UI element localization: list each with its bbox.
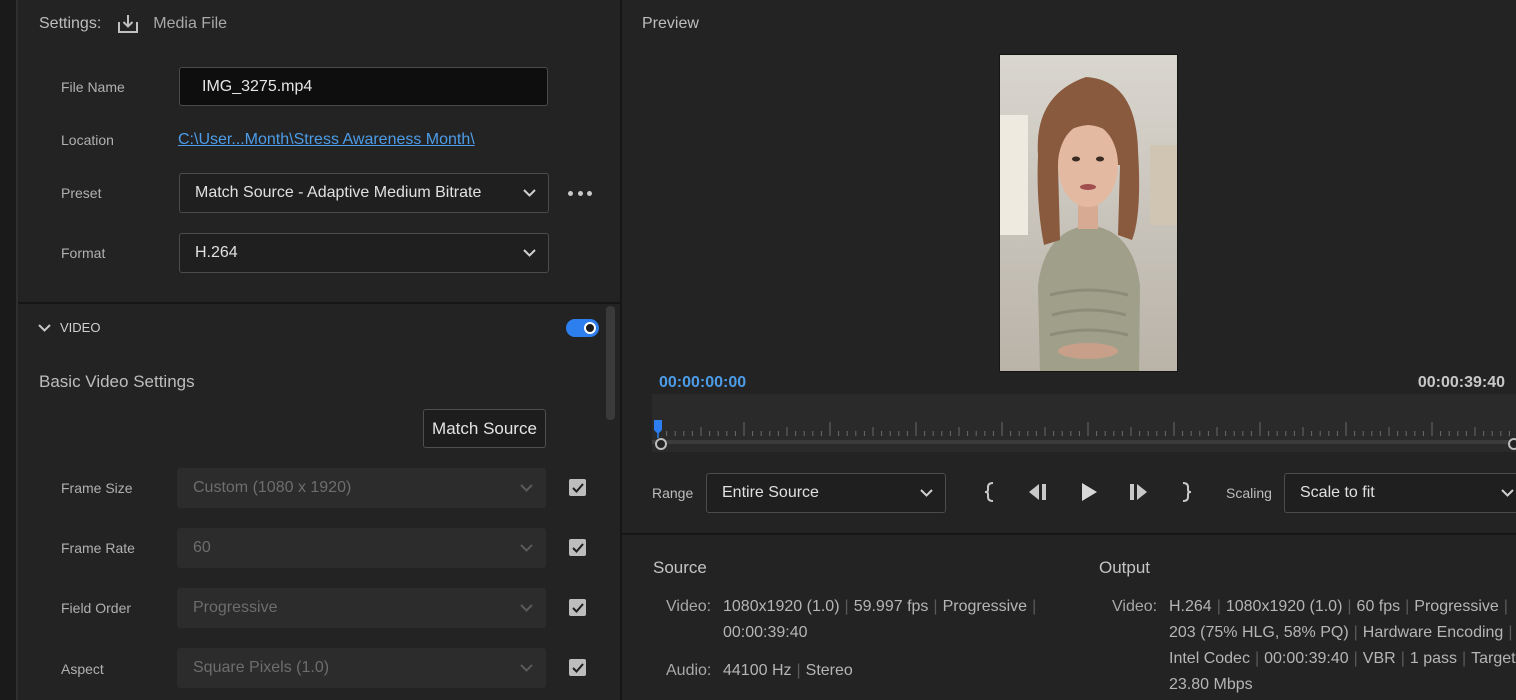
source-title: Source <box>653 558 707 577</box>
aspect-label: Aspect <box>61 661 104 677</box>
current-timecode[interactable]: 00:00:00:00 <box>659 374 746 392</box>
field-order-value: Progressive <box>193 599 278 616</box>
aspect-checkbox[interactable] <box>569 659 586 676</box>
location-link[interactable]: C:\User...Month\Stress Awareness Month\ <box>178 131 475 149</box>
mark-out-icon[interactable] <box>1174 480 1198 504</box>
aspect-value: Square Pixels (1.0) <box>193 659 330 676</box>
range-value: Entire Source <box>722 484 819 501</box>
frame-rate-value: 60 <box>193 539 211 556</box>
section-divider <box>18 302 620 304</box>
source-video-info: 1080x1920 (1.0) | 59.997 fps | Progressive | … <box>723 598 1037 641</box>
format-dropdown[interactable]: H.264 <box>179 233 549 273</box>
video-toggle[interactable] <box>566 319 599 337</box>
source-video-label: Video: <box>666 598 712 615</box>
scaling-dropdown[interactable]: Scale to fit <box>1284 473 1516 513</box>
settings-label: Settings: <box>39 15 102 32</box>
video-section-title: VIDEO <box>60 320 101 335</box>
range-label: Range <box>652 485 694 501</box>
video-section-header[interactable]: VIDEO <box>38 320 100 335</box>
step-back-icon[interactable] <box>1026 480 1050 504</box>
frame-size-dropdown[interactable]: Custom (1080 x 1920) <box>177 468 546 508</box>
field-order-label: Field Order <box>61 600 132 616</box>
chevron-down-icon <box>520 664 533 672</box>
output-video-info: H.264 | 1080x1920 (1.0) | 60 fps | Progressive… <box>1169 598 1516 693</box>
source-audio-info: 44100 Hz | Stereo <box>723 662 853 679</box>
chevron-down-icon <box>523 249 536 257</box>
export-settings-panel: Settings: Media File File Name IMG_3275.… <box>18 0 620 700</box>
settings-scrollbar[interactable] <box>606 306 615 420</box>
preset-value: Match Source - Adaptive Medium Bitrate <box>195 184 482 201</box>
output-video-label: Video: <box>1112 598 1158 615</box>
location-label: Location <box>61 132 114 148</box>
field-order-dropdown[interactable]: Progressive <box>177 588 546 628</box>
preset-dropdown[interactable]: Match Source - Adaptive Medium Bitrate <box>179 173 549 213</box>
step-forward-icon[interactable] <box>1126 480 1150 504</box>
more-options-icon[interactable] <box>568 184 592 202</box>
settings-header: Settings: Media File <box>39 13 227 35</box>
scaling-value: Scale to fit <box>1300 484 1375 501</box>
field-order-checkbox[interactable] <box>569 599 586 616</box>
chevron-down-icon[interactable] <box>38 323 51 332</box>
file-name-label: File Name <box>61 79 125 95</box>
chevron-down-icon <box>920 489 933 497</box>
frame-size-checkbox[interactable] <box>569 479 586 496</box>
chevron-down-icon <box>1501 489 1514 497</box>
frame-size-value: Custom (1080 x 1920) <box>193 479 352 496</box>
format-label: Format <box>61 245 106 261</box>
chevron-down-icon <box>523 189 536 197</box>
basic-video-settings-title: Basic Video Settings <box>39 372 195 391</box>
frame-rate-checkbox[interactable] <box>569 539 586 556</box>
mark-in-icon[interactable] <box>978 480 1002 504</box>
media-file-label: Media File <box>153 15 228 32</box>
file-name-input[interactable]: IMG_3275.mp4 <box>179 67 548 106</box>
frame-rate-dropdown[interactable]: 60 <box>177 528 546 568</box>
timeline-scrubber[interactable] <box>652 394 1516 452</box>
preview-title: Preview <box>642 15 699 32</box>
preview-panel: Preview 00:00:00:00 00:00:39:40 Range En… <box>620 0 1516 700</box>
scaling-label: Scaling <box>1226 485 1272 501</box>
frame-size-label: Frame Size <box>61 480 133 496</box>
left-edge-rail <box>0 0 18 700</box>
aspect-dropdown[interactable]: Square Pixels (1.0) <box>177 648 546 688</box>
download-icon[interactable] <box>117 13 139 35</box>
range-dropdown[interactable]: Entire Source <box>706 473 946 513</box>
frame-rate-label: Frame Rate <box>61 540 135 556</box>
preset-label: Preset <box>61 185 102 201</box>
chevron-down-icon <box>520 604 533 612</box>
video-preview-thumbnail <box>999 54 1178 372</box>
info-divider <box>622 533 1516 535</box>
play-icon[interactable] <box>1077 480 1101 504</box>
format-value: H.264 <box>195 244 238 261</box>
chevron-down-icon <box>520 544 533 552</box>
chevron-down-icon <box>520 484 533 492</box>
source-audio-label: Audio: <box>666 662 712 679</box>
output-title: Output <box>1099 558 1151 577</box>
match-source-button[interactable]: Match Source <box>423 409 546 448</box>
duration-timecode: 00:00:39:40 <box>1417 374 1505 391</box>
